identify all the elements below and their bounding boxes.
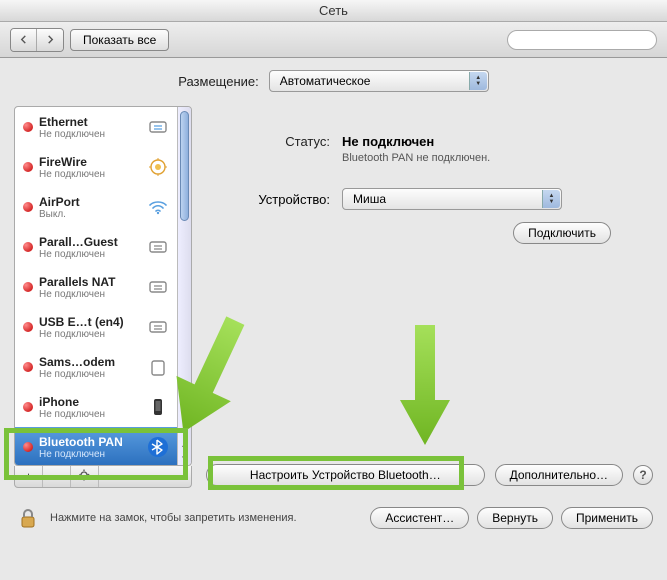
window-title: Сеть	[319, 3, 348, 18]
service-name: AirPort	[39, 195, 139, 209]
location-row: Размещение: Автоматическое ▲▼	[14, 70, 653, 92]
modem-icon	[145, 354, 171, 380]
status-value: Не подключен	[342, 134, 490, 149]
ethernet-icon	[145, 314, 171, 340]
toolbar: Показать все	[0, 22, 667, 58]
location-label: Размещение:	[178, 74, 259, 89]
service-status: Не подключен	[39, 449, 139, 460]
ethernet-icon	[145, 274, 171, 300]
apply-button[interactable]: Применить	[561, 507, 653, 529]
service-item-bluetooth-pan[interactable]: Bluetooth PAN Не подключен	[15, 427, 177, 465]
status-subtext: Bluetooth PAN не подключен.	[342, 152, 490, 164]
service-item-usb-ethernet[interactable]: USB E…t (en4) Не подключен	[15, 307, 177, 347]
preferences-window: Сеть Показать все Размещение: Автоматиче…	[0, 0, 667, 580]
search-input[interactable]	[507, 30, 657, 50]
ethernet-icon	[145, 114, 171, 140]
popup-arrows-icon: ▲▼	[542, 190, 560, 208]
advanced-button[interactable]: Дополнительно…	[495, 464, 623, 486]
status-dot-icon	[23, 402, 33, 412]
status-row: Статус: Не подключен Bluetooth PAN не по…	[210, 134, 649, 164]
service-item-parallels-nat[interactable]: Parallels NAT Не подключен	[15, 267, 177, 307]
back-button[interactable]	[11, 29, 37, 51]
nav-buttons	[10, 28, 64, 52]
iphone-icon	[145, 394, 171, 420]
service-name: FireWire	[39, 155, 139, 169]
help-button[interactable]: ?	[633, 465, 653, 485]
content-area: Размещение: Автоматическое ▲▼ Ethernet Н…	[0, 58, 667, 496]
service-status: Не подключен	[39, 129, 139, 140]
service-item-samsung-modem[interactable]: Sams…odem Не подключен	[15, 347, 177, 387]
show-all-button[interactable]: Показать все	[70, 29, 169, 51]
device-value: Миша	[353, 192, 386, 206]
lock-text: Нажмите на замок, чтобы запретить измене…	[50, 512, 362, 524]
services-list: Ethernet Не подключен FireWire Не	[15, 107, 177, 465]
status-dot-icon	[23, 322, 33, 332]
connect-row: Подключить	[210, 222, 649, 244]
sidebar-container: Ethernet Не подключен FireWire Не	[14, 106, 192, 488]
device-label: Устройство:	[210, 192, 330, 207]
device-row: Устройство: Миша ▲▼	[210, 188, 649, 210]
status-dot-icon	[23, 162, 33, 172]
service-actions-button[interactable]	[71, 466, 99, 487]
scroll-down-icon[interactable]: ▼	[178, 451, 191, 465]
service-name: Parallels NAT	[39, 275, 139, 289]
service-name: Ethernet	[39, 115, 139, 129]
service-status: Не подключен	[39, 289, 139, 300]
main-panel: Ethernet Не подключен FireWire Не	[14, 106, 653, 488]
status-dot-icon	[23, 442, 33, 452]
status-dot-icon	[23, 122, 33, 132]
remove-service-button[interactable]: −	[43, 466, 71, 487]
service-status: Не подключен	[39, 169, 139, 180]
service-status: Не подключен	[39, 329, 139, 340]
assistant-button[interactable]: Ассистент…	[370, 507, 469, 529]
service-item-iphone[interactable]: iPhone Не подключен	[15, 387, 177, 427]
service-name: Bluetooth PAN	[39, 435, 139, 449]
device-popup[interactable]: Миша ▲▼	[342, 188, 562, 210]
forward-button[interactable]	[37, 29, 63, 51]
location-popup[interactable]: Автоматическое ▲▼	[269, 70, 489, 92]
service-item-airport[interactable]: AirPort Выкл.	[15, 187, 177, 227]
gear-icon	[78, 468, 92, 482]
status-label: Статус:	[210, 134, 330, 149]
service-name: USB E…t (en4)	[39, 315, 139, 329]
add-service-button[interactable]: +	[15, 466, 43, 487]
chevron-left-icon	[19, 35, 28, 44]
search-wrap	[507, 30, 657, 50]
wifi-icon	[145, 194, 171, 220]
status-dot-icon	[23, 242, 33, 252]
service-item-parallels-guest[interactable]: Parall…Guest Не подключен	[15, 227, 177, 267]
service-item-ethernet[interactable]: Ethernet Не подключен	[15, 107, 177, 147]
service-name: Sams…odem	[39, 355, 139, 369]
chevron-right-icon	[46, 35, 55, 44]
bluetooth-icon	[145, 434, 171, 460]
service-status: Не подключен	[39, 409, 139, 420]
service-item-firewire[interactable]: FireWire Не подключен	[15, 147, 177, 187]
status-dot-icon	[23, 202, 33, 212]
window-titlebar: Сеть	[0, 0, 667, 22]
service-status: Не подключен	[39, 369, 139, 380]
lock-icon[interactable]	[14, 504, 42, 532]
services-sidebar: Ethernet Не подключен FireWire Не	[14, 106, 192, 466]
connect-button[interactable]: Подключить	[513, 222, 611, 244]
sidebar-footer: + −	[14, 466, 192, 488]
firewire-icon	[145, 154, 171, 180]
detail-bottom-buttons: Настроить Устройство Bluetooth… Дополнит…	[206, 464, 653, 486]
footer-row: Нажмите на замок, чтобы запретить измене…	[0, 496, 667, 540]
popup-arrows-icon: ▲▼	[469, 72, 487, 90]
annotation-arrow-left	[170, 310, 250, 440]
service-status: Не подключен	[39, 249, 139, 260]
annotation-arrow-right	[390, 320, 460, 450]
ethernet-icon	[145, 234, 171, 260]
scrollbar-thumb[interactable]	[180, 111, 189, 221]
configure-bluetooth-button[interactable]: Настроить Устройство Bluetooth…	[206, 464, 485, 486]
status-dot-icon	[23, 282, 33, 292]
service-name: iPhone	[39, 395, 139, 409]
revert-button[interactable]: Вернуть	[477, 507, 553, 529]
service-name: Parall…Guest	[39, 235, 139, 249]
service-status: Выкл.	[39, 209, 139, 220]
status-dot-icon	[23, 362, 33, 372]
location-value: Автоматическое	[280, 74, 371, 88]
